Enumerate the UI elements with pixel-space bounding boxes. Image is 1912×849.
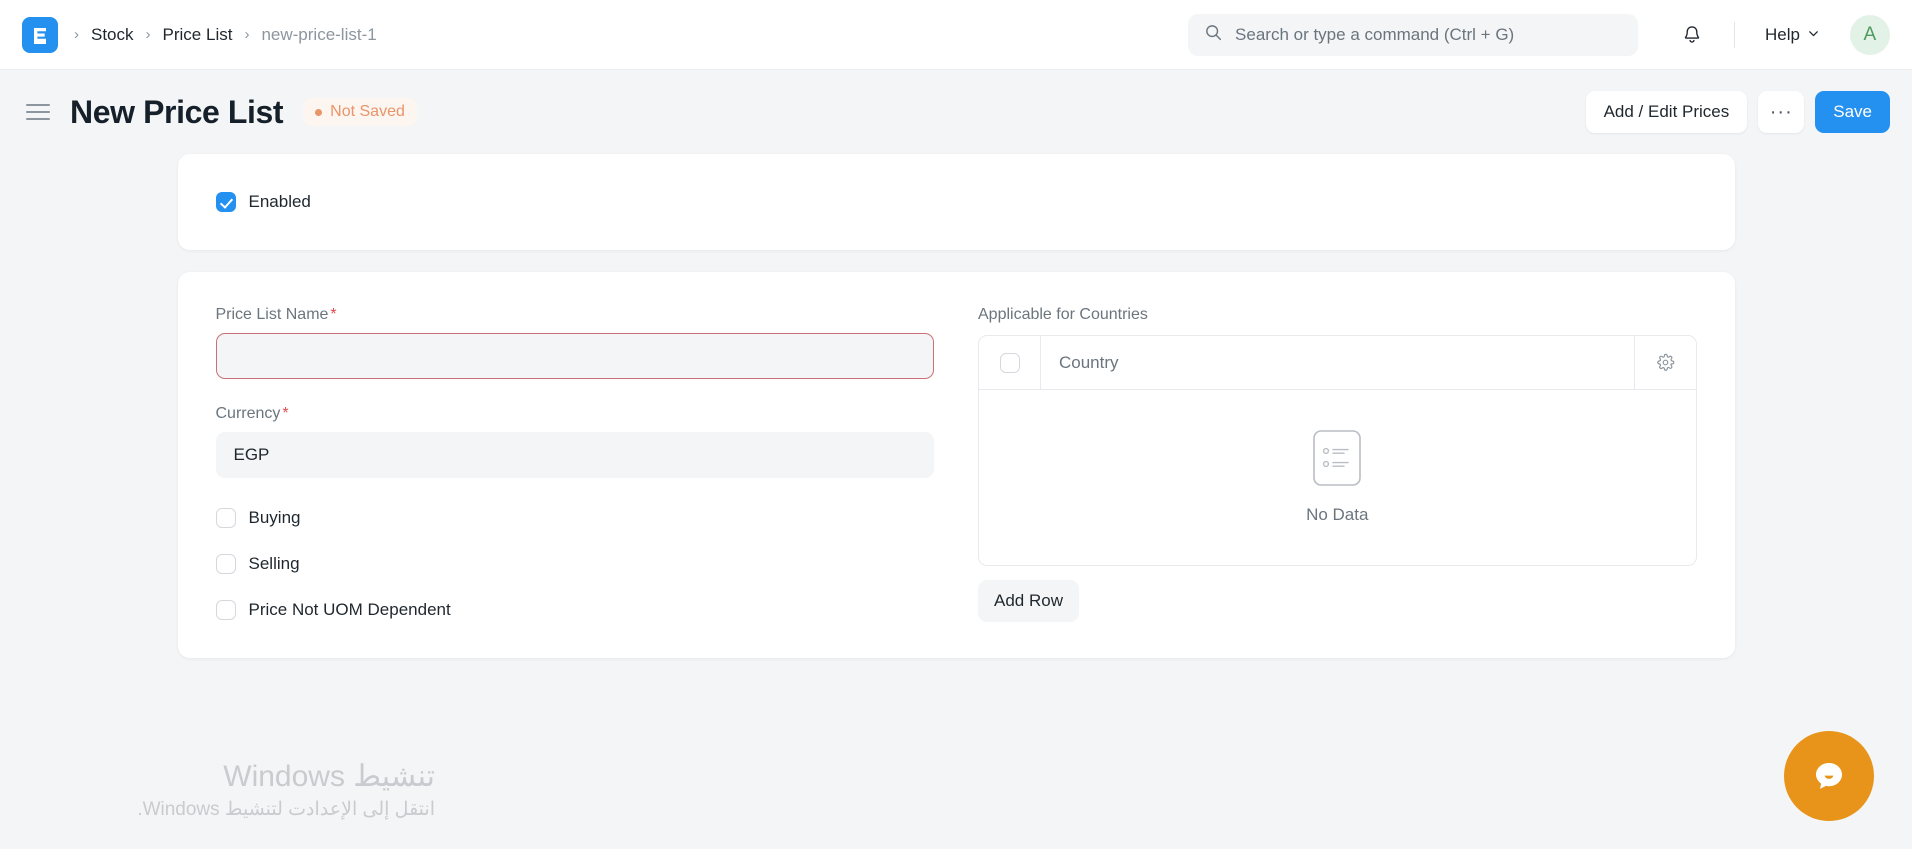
save-button[interactable]: Save (1815, 91, 1890, 133)
price-not-uom-dependent-checkbox[interactable] (215, 600, 236, 620)
price-list-name-label: Price List Name * (216, 306, 935, 324)
breadcrumb-item-current[interactable]: new-price-list-1 (253, 23, 384, 47)
add-row-button[interactable]: Add Row (978, 580, 1079, 622)
price-list-name-required-mark: * (330, 306, 337, 323)
chat-bubble-icon[interactable] (1784, 731, 1874, 821)
navbar-right-section: Search or type a command (Ctrl + G) Help… (1188, 13, 1890, 56)
status-badge-label: Not Saved (330, 103, 405, 120)
form-left-column: Price List Name* Currency* Buying (215, 306, 935, 622)
price-list-form-section: Price List Name* Currency* Buying (177, 272, 1735, 658)
form-checkbox-group: Buying Selling Price Not UOM Dependent (215, 508, 935, 620)
price-not-uom-dependent-label: Price Not UOM Dependent (248, 600, 451, 619)
breadcrumb: › Stock › Price List › new-price-list-1 (72, 23, 385, 47)
watermark-title: تنشيط Windows (223, 759, 435, 793)
buying-label: Buying (248, 508, 301, 527)
price-list-name-input[interactable] (215, 333, 934, 379)
hamburger-line-3 (26, 118, 50, 120)
form-right-column: Applicable for Countries Country No Data… (978, 306, 1697, 622)
grid-select-all-checkbox[interactable] (999, 352, 1020, 373)
currency-label-text: Currency (215, 405, 281, 422)
page-header: New Price List Not Saved Add / Edit Pric… (0, 70, 1912, 154)
grid-empty-text: No Data (1306, 505, 1369, 524)
currency-input[interactable] (215, 432, 934, 478)
breadcrumb-separator-0: › (74, 26, 79, 43)
search-input[interactable]: Search or type a command (Ctrl + G) (1188, 13, 1639, 56)
currency-required-mark: * (282, 405, 289, 422)
status-badge: Not Saved (303, 98, 417, 126)
erpnext-logo-icon[interactable] (22, 16, 58, 53)
grid-empty-state: No Data (979, 390, 1696, 565)
grid-header-row: Country (979, 336, 1696, 390)
page-title: New Price List (70, 93, 284, 130)
enabled-checkbox-row[interactable]: Enabled (215, 192, 311, 212)
search-placeholder: Search or type a command (Ctrl + G) (1235, 24, 1515, 44)
no-data-list-icon (1313, 430, 1362, 491)
windows-activation-watermark: تنشيط Windows انتقل إلى الإعدادت لتنشيط … (95, 758, 435, 823)
chevron-down-icon (1807, 25, 1820, 45)
avatar[interactable]: A (1850, 14, 1890, 55)
enabled-checkbox[interactable] (215, 192, 236, 212)
help-label: Help (1765, 24, 1800, 44)
hamburger-menu-icon[interactable] (26, 97, 56, 127)
breadcrumb-separator-2: › (244, 26, 250, 43)
page-actions: Add / Edit Prices ··· Save (1585, 91, 1890, 133)
hamburger-line-2 (26, 111, 50, 113)
avatar-initial: A (1863, 23, 1877, 45)
breadcrumb-separator-1: › (145, 26, 151, 43)
watermark-subtitle: انتقل إلى الإعدادت لتنشيط Windows. (137, 799, 435, 821)
selling-checkbox[interactable] (215, 554, 236, 574)
buying-checkbox[interactable] (215, 508, 236, 528)
selling-label: Selling (248, 554, 300, 573)
price-list-name-field: Price List Name * (215, 306, 935, 379)
breadcrumb-item-price-list[interactable]: Price List (155, 23, 241, 47)
applicable-countries-grid: Country No Data (978, 335, 1697, 566)
status-dot-icon (315, 108, 323, 116)
more-options-button[interactable]: ··· (1758, 91, 1805, 133)
form-container: Enabled Price List Name * Currency * EGP… (177, 154, 1735, 658)
selling-checkbox-row[interactable]: Selling (215, 554, 935, 574)
search-icon (1204, 23, 1223, 47)
breadcrumb-item-stock[interactable]: Stock (83, 23, 142, 47)
buying-checkbox-row[interactable]: Buying (215, 508, 935, 528)
add-edit-prices-button[interactable]: Add / Edit Prices (1585, 91, 1748, 133)
navbar-divider (1734, 21, 1736, 48)
grid-column-header-country: Country (1059, 352, 1119, 372)
bell-icon[interactable] (1672, 15, 1712, 55)
grid-select-all-cell[interactable] (979, 336, 1041, 389)
main-content: Enabled Price List Name * Currency * EGP… (0, 154, 1912, 658)
price-list-name-label-text: Price List Name (215, 306, 329, 323)
gear-icon[interactable] (1633, 336, 1696, 389)
hamburger-line-1 (26, 104, 50, 106)
top-navbar: › Stock › Price List › new-price-list-1 … (0, 0, 1912, 70)
currency-label: Currency * (216, 405, 935, 423)
currency-field: Currency * (215, 405, 935, 478)
applicable-countries-label: Applicable for Countries (978, 306, 1148, 323)
enabled-section: Enabled (177, 154, 1735, 250)
help-menu-button[interactable]: Help (1757, 19, 1828, 51)
enabled-label: Enabled (248, 192, 311, 211)
price-not-uom-dependent-checkbox-row[interactable]: Price Not UOM Dependent (215, 600, 935, 620)
